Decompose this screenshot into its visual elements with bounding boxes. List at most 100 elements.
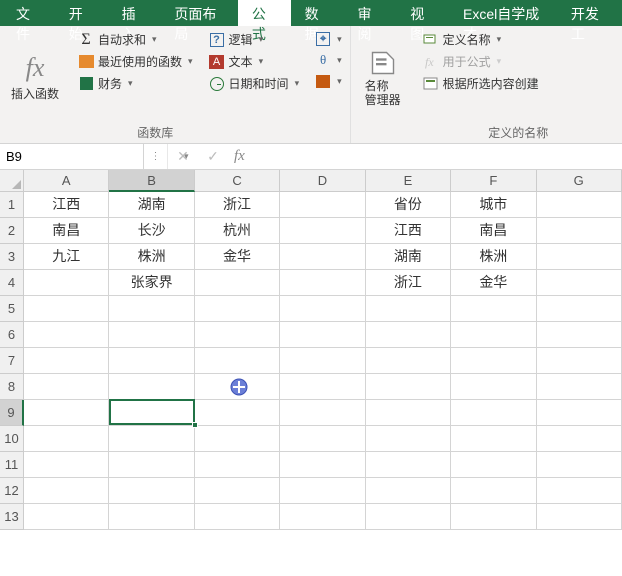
row-header[interactable]: 7 <box>0 348 24 374</box>
cell[interactable] <box>451 296 536 322</box>
row-header[interactable]: 3 <box>0 244 24 270</box>
tab-addin[interactable]: Excel自学成才 <box>449 0 557 26</box>
cell[interactable] <box>537 504 622 530</box>
math-button[interactable]: θ ▾ <box>313 51 344 69</box>
cell[interactable] <box>109 452 194 478</box>
cell[interactable] <box>24 296 109 322</box>
cell[interactable] <box>109 400 194 426</box>
enter-icon[interactable]: ✓ <box>198 148 228 165</box>
cell[interactable] <box>451 452 536 478</box>
row-header[interactable]: 1 <box>0 192 24 218</box>
cell[interactable]: 江西 <box>24 192 109 218</box>
cell[interactable] <box>366 504 451 530</box>
row-header[interactable]: 6 <box>0 322 24 348</box>
cell[interactable]: 南昌 <box>451 218 536 244</box>
cell[interactable] <box>195 374 280 400</box>
cell[interactable] <box>109 348 194 374</box>
fx-icon[interactable]: fx <box>228 148 251 165</box>
cell[interactable] <box>280 504 365 530</box>
cell[interactable] <box>195 270 280 296</box>
cell[interactable]: 浙江 <box>366 270 451 296</box>
datetime-button[interactable]: 日期和时间 ▾ <box>207 74 302 93</box>
column-header[interactable]: F <box>451 170 536 192</box>
cell[interactable]: 湖南 <box>366 244 451 270</box>
cell[interactable]: 江西 <box>366 218 451 244</box>
cell[interactable] <box>366 478 451 504</box>
cell[interactable] <box>366 452 451 478</box>
row-header[interactable]: 9 <box>0 400 24 426</box>
cell[interactable] <box>280 400 365 426</box>
tab-home[interactable]: 开始 <box>55 0 108 26</box>
cell[interactable] <box>24 426 109 452</box>
cell[interactable] <box>451 504 536 530</box>
text-button[interactable]: A 文本 ▾ <box>207 52 302 71</box>
tab-insert[interactable]: 插入 <box>108 0 161 26</box>
cell[interactable] <box>451 426 536 452</box>
row-header[interactable]: 4 <box>0 270 24 296</box>
more-functions-button[interactable]: ▾ <box>313 72 344 90</box>
tab-data[interactable]: 数据 <box>291 0 344 26</box>
row-header[interactable]: 12 <box>0 478 24 504</box>
cell[interactable]: 九江 <box>24 244 109 270</box>
row-header[interactable]: 5 <box>0 296 24 322</box>
collapse-button[interactable]: ⋮ <box>144 144 168 169</box>
name-manager-button[interactable]: 名称 管理器 <box>357 30 409 125</box>
cell[interactable] <box>280 348 365 374</box>
cell[interactable] <box>451 374 536 400</box>
row-header[interactable]: 11 <box>0 452 24 478</box>
cell[interactable] <box>195 400 280 426</box>
cell[interactable] <box>109 322 194 348</box>
autosum-button[interactable]: Σ 自动求和 ▾ <box>76 30 195 49</box>
row-header[interactable]: 8 <box>0 374 24 400</box>
cell[interactable]: 张家界 <box>109 270 194 296</box>
cell[interactable] <box>109 478 194 504</box>
column-header[interactable]: A <box>24 170 109 192</box>
cell[interactable]: 城市 <box>451 192 536 218</box>
column-header[interactable]: E <box>366 170 451 192</box>
cell[interactable] <box>366 426 451 452</box>
cell[interactable] <box>195 452 280 478</box>
cell[interactable] <box>109 296 194 322</box>
cell[interactable] <box>109 504 194 530</box>
cell[interactable]: 省份 <box>366 192 451 218</box>
cell[interactable]: 金华 <box>451 270 536 296</box>
cell[interactable] <box>195 322 280 348</box>
cell[interactable] <box>280 192 365 218</box>
cell[interactable] <box>537 218 622 244</box>
cell[interactable]: 杭州 <box>195 218 280 244</box>
insert-function-button[interactable]: fx 插入函数 <box>6 30 64 125</box>
cell[interactable] <box>109 426 194 452</box>
cell[interactable] <box>280 452 365 478</box>
cell[interactable] <box>195 504 280 530</box>
cell[interactable] <box>537 374 622 400</box>
cell[interactable] <box>451 400 536 426</box>
tab-file[interactable]: 文件 <box>0 0 55 26</box>
cell[interactable] <box>109 374 194 400</box>
name-box[interactable]: ▾ <box>0 144 144 169</box>
cell[interactable] <box>24 348 109 374</box>
column-header[interactable]: G <box>537 170 622 192</box>
column-header[interactable]: B <box>109 170 194 192</box>
cell[interactable] <box>195 478 280 504</box>
cell[interactable] <box>537 452 622 478</box>
cell[interactable] <box>537 478 622 504</box>
cell[interactable] <box>537 192 622 218</box>
tab-formulas[interactable]: 公式 <box>238 0 291 26</box>
cell[interactable] <box>366 296 451 322</box>
cell[interactable] <box>195 426 280 452</box>
formula-input[interactable] <box>251 149 622 164</box>
logical-button[interactable]: ? 逻辑 ▾ <box>207 30 302 49</box>
use-in-formula-button[interactable]: fx 用于公式 ▾ <box>421 52 541 71</box>
cell[interactable] <box>280 322 365 348</box>
cell[interactable] <box>537 322 622 348</box>
cell[interactable] <box>366 348 451 374</box>
cell[interactable] <box>451 348 536 374</box>
cell[interactable] <box>366 400 451 426</box>
create-from-selection-button[interactable]: 根据所选内容创建 <box>421 74 541 93</box>
cell[interactable] <box>280 426 365 452</box>
cell[interactable] <box>537 400 622 426</box>
tab-page-layout[interactable]: 页面布局 <box>160 0 238 26</box>
row-header[interactable]: 13 <box>0 504 24 530</box>
cell[interactable] <box>280 270 365 296</box>
cell[interactable] <box>24 478 109 504</box>
